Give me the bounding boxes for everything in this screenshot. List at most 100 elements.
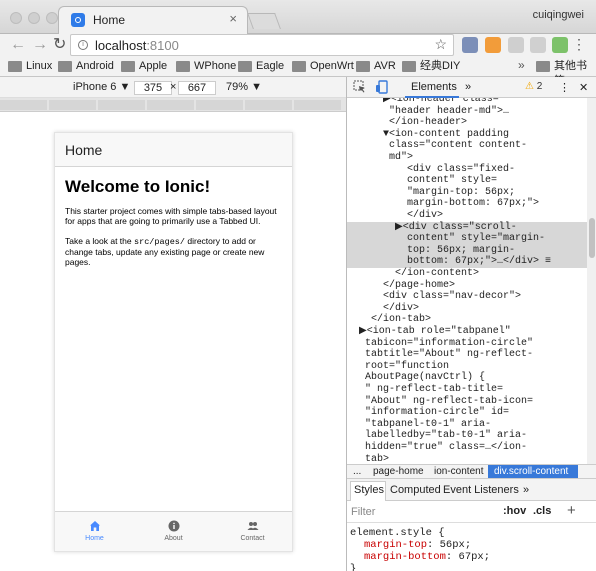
dom-node-line[interactable]: "tabpanel-t0-1" aria- [347,419,587,431]
warnings-badge[interactable]: ⚠ 2 [525,81,542,92]
profile-name[interactable]: cuiqingwei [533,9,584,21]
dom-node-line[interactable]: bottom: 67px;">…</div> ≡ [347,256,587,268]
breadcrumb-item[interactable]: ... [353,466,361,477]
extension-translate-icon[interactable] [552,37,568,53]
dom-node-line[interactable]: </page-home> [347,280,587,292]
dom-node-line[interactable]: top: 56px; margin- [347,244,587,257]
device-height-input[interactable]: 667 [178,81,216,95]
more-panes-icon[interactable]: » [523,484,529,496]
dom-tree-scrollbar[interactable] [587,98,596,464]
device-mode-icon[interactable] [375,80,389,94]
intro-paragraph: This starter project comes with simple t… [65,206,277,226]
rule-selector[interactable]: element.style { [350,527,445,539]
bookmark-folder[interactable]: Android [58,59,114,74]
new-rule-icon[interactable]: + [567,502,576,519]
dom-node-line[interactable]: <div class="fixed- [347,164,587,176]
forward-arrow-icon[interactable]: → [32,34,48,56]
device-width-input[interactable]: 375 [134,81,172,95]
dom-node-line[interactable]: margin-bottom: 67px;"> [347,198,587,210]
dom-node-line[interactable]: hidden="true" class=…</ion- [347,442,587,454]
dom-node-line[interactable]: root="function [347,361,587,373]
bookmark-folder[interactable]: Apple [121,59,167,74]
bookmark-folder[interactable]: AVR [356,59,396,74]
close-window-button[interactable] [10,12,22,24]
hover-state-toggle[interactable]: :hov [503,505,526,517]
zoom-select[interactable]: 79% ▼ [226,81,262,93]
tab-event-listeners[interactable]: Event Listeners [443,484,519,496]
tab-about[interactable]: About [134,512,213,552]
extension-grid-icon[interactable] [508,37,524,53]
dom-node-line[interactable]: "information-circle" id= [347,407,587,419]
dom-node-line[interactable]: ▶<ion-tab role="tabpanel" [347,326,587,338]
device-select[interactable]: iPhone 6 ▼ [73,81,130,93]
address-bar[interactable]: i localhost:8100 ☆ [70,34,454,56]
class-toggle[interactable]: .cls [533,505,551,517]
tab-computed[interactable]: Computed [390,484,441,496]
bookmark-folder[interactable]: Linux [8,59,52,74]
filter-input[interactable]: Filter [351,506,375,518]
close-devtools-icon[interactable]: ✕ [579,81,588,94]
devtools-menu-icon[interactable]: ⋮ [559,81,570,94]
rule-close: } [350,563,357,571]
dom-node-line[interactable]: </ion-tab> [347,314,587,326]
bookmark-folder[interactable]: 经典DIY [402,59,460,74]
more-tabs-icon[interactable]: » [465,81,471,93]
dom-tree[interactable]: ▶<ion-header class= "header header-md">…… [347,98,587,464]
styles-filter: Filter :hov .cls + [347,501,596,523]
dom-node-line[interactable]: AboutPage(navCtrl) { [347,372,587,384]
back-arrow-icon[interactable]: ← [10,34,26,56]
media-query-ruler[interactable] [0,98,346,112]
dom-node-line[interactable]: content" style= [347,175,587,187]
tab-contact[interactable]: Contact [213,512,292,552]
dom-node-line[interactable]: ▶<div class="scroll- [347,221,587,234]
dom-node-line[interactable]: </ion-content> [347,268,587,280]
dom-node-line[interactable]: ▼<ion-content padding [347,129,587,141]
dom-node-line[interactable]: </ion-header> [347,117,587,129]
dimension-separator: × [170,81,177,93]
style-declaration[interactable]: margin-top: 56px; [364,539,471,551]
dom-node-line[interactable]: tabicon="information-circle" [347,338,587,350]
dom-node-line[interactable]: class="content content- [347,140,587,152]
property-name: margin-top [364,539,428,551]
dom-node-line[interactable]: md"> [347,152,587,164]
minimize-window-button[interactable] [28,12,40,24]
dom-node-line[interactable]: tab> [347,454,587,464]
bookmarks-overflow-icon[interactable]: » [518,58,525,72]
info-icon[interactable]: i [78,40,88,50]
dom-node-line[interactable]: "header header-md">… [347,106,587,118]
browser-menu-icon[interactable]: ⋮ [572,36,586,52]
dom-node-line[interactable]: "margin-top: 56px; [347,187,587,199]
property-value: 56px; [439,539,472,551]
breadcrumb-item[interactable]: ion-content [434,466,483,477]
extension-bookmark-icon[interactable] [462,37,478,53]
tab-styles[interactable]: Styles [354,484,384,496]
bookmark-folder[interactable]: OpenWrt [292,59,354,74]
tab-close-icon[interactable]: × [229,11,237,26]
reload-icon[interactable]: ↻ [53,34,66,56]
new-tab-button[interactable] [247,13,281,29]
scrollbar-thumb[interactable] [589,218,595,258]
style-declaration[interactable]: margin-bottom: 67px; [364,551,490,563]
dom-node-line[interactable]: labelledby="tab-t0-1" aria- [347,430,587,442]
bookmark-star-icon[interactable]: ☆ [434,36,447,53]
breadcrumb-item[interactable]: page-home [373,466,424,477]
dom-node-line[interactable]: </div> [347,210,587,222]
inspect-element-icon[interactable] [353,80,367,94]
dom-node-line[interactable]: <div class="nav-decor"> [347,291,587,303]
zoom-window-button[interactable] [46,12,58,24]
dom-node-line[interactable]: " ng-reflect-tab-title= [347,384,587,396]
dom-node-line[interactable]: tabtitle="About" ng-reflect- [347,349,587,361]
extension-face-icon[interactable] [485,37,501,53]
bookmark-folder[interactable]: WPhone [176,59,236,74]
browser-tab-home[interactable]: Home × [58,6,248,34]
extension-plane-icon[interactable] [530,37,546,53]
tab-home[interactable]: Home [55,512,134,552]
page-title: Home [65,142,103,158]
tab-elements[interactable]: Elements [411,81,457,93]
dom-node-line[interactable]: ▶<ion-header class= [347,98,587,106]
breadcrumb-item-selected[interactable]: div.scroll-content [488,465,578,478]
dom-node-line[interactable]: </div> [347,303,587,315]
dom-node-line[interactable]: content" style="margin- [347,233,587,245]
dom-node-line[interactable]: "About" ng-reflect-tab-icon= [347,396,587,408]
bookmark-folder[interactable]: Eagle [238,59,284,74]
